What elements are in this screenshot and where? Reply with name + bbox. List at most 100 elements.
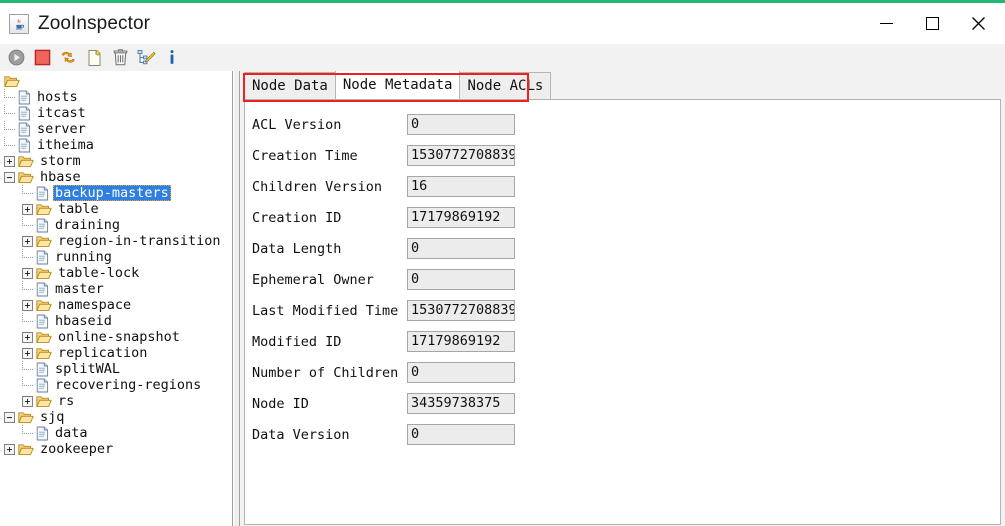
tree-node-label: namespace (58, 297, 132, 313)
tree-guide (22, 361, 36, 377)
metadata-value-field[interactable]: 17179869192 (407, 331, 515, 352)
add-node-button[interactable] (81, 46, 107, 70)
folder-open-icon (36, 299, 52, 312)
metadata-row: Ephemeral Owner 0 (245, 264, 1000, 295)
tree-node-label: hosts (37, 89, 78, 105)
metadata-value-field[interactable]: 0 (407, 362, 515, 383)
tree-node-master[interactable]: master (0, 281, 232, 297)
metadata-value-field[interactable]: 1530772708839 (407, 145, 515, 166)
node-detail-tabs[interactable]: Node Data Node Metadata Node ACLs (244, 71, 552, 99)
minimize-button[interactable] (863, 3, 909, 44)
delete-node-button[interactable] (107, 46, 133, 70)
tree-node-label: table (58, 201, 99, 217)
tree-node-itcast[interactable]: itcast (0, 105, 232, 121)
metadata-value-field[interactable]: 34359738375 (407, 393, 515, 414)
file-icon (36, 426, 49, 441)
tree-node-label: server (37, 121, 86, 137)
tree-guide (22, 377, 36, 393)
tree-node-hbase[interactable]: hbase (0, 169, 232, 185)
edit-node-button[interactable] (133, 46, 159, 70)
tree-node-root[interactable] (0, 73, 232, 89)
tree-node-hosts[interactable]: hosts (0, 89, 232, 105)
collapse-toggle-icon[interactable] (4, 411, 15, 423)
split-divider[interactable] (233, 71, 240, 526)
tree-node-backup-masters[interactable]: backup-masters (0, 185, 232, 201)
tree-node-label: replication (58, 345, 148, 361)
tree-node-hbaseid[interactable]: hbaseid (0, 313, 232, 329)
disconnect-button[interactable] (29, 46, 55, 70)
tree-guide (22, 313, 36, 329)
tab-node-data[interactable]: Node Data (244, 72, 336, 99)
folder-open-icon (18, 155, 34, 168)
tree-node-label: splitWAL (55, 361, 121, 377)
tab-node-metadata[interactable]: Node Metadata (334, 71, 461, 99)
tree-node-recovering-regions[interactable]: recovering-regions (0, 377, 232, 393)
tree-node-zookeeper[interactable]: zookeeper (0, 441, 232, 457)
metadata-value-field[interactable]: 0 (407, 269, 515, 290)
metadata-label: ACL Version (252, 116, 342, 133)
node-tree-panel[interactable]: hosts itcast server itheima storm hbase backup… (0, 71, 233, 526)
node-details-panel: Node Data Node Metadata Node ACLs ACL Vers… (240, 71, 1005, 526)
expand-toggle-icon[interactable] (22, 267, 33, 279)
metadata-row: Creation Time 1530772708839 (245, 140, 1000, 171)
about-button[interactable] (159, 46, 185, 70)
tree-guide (4, 105, 18, 121)
expand-toggle-icon[interactable] (22, 203, 33, 215)
tree-node-online-snapshot[interactable]: online-snapshot (0, 329, 232, 345)
tree-node-replication[interactable]: replication (0, 345, 232, 361)
tree-node-draining[interactable]: draining (0, 217, 232, 233)
tree-guide (22, 425, 36, 441)
tree-node-label: itcast (37, 105, 86, 121)
connect-button[interactable] (3, 46, 29, 70)
metadata-label: Last Modified Time (252, 302, 399, 319)
file-icon (36, 186, 49, 201)
tree-node-table[interactable]: table (0, 201, 232, 217)
expand-toggle-icon[interactable] (4, 155, 15, 167)
collapse-toggle-icon[interactable] (4, 171, 15, 183)
expand-toggle-icon[interactable] (22, 331, 33, 343)
tree-node-running[interactable]: running (0, 249, 232, 265)
metadata-value-field[interactable]: 0 (407, 424, 515, 445)
refresh-button[interactable] (55, 46, 81, 70)
zooinspector-window: ZooInspector hosts itcast server itheima… (0, 0, 1005, 526)
tree-node-itheima[interactable]: itheima (0, 137, 232, 153)
expand-toggle-icon[interactable] (22, 235, 33, 247)
tree-node-table-lock[interactable]: table-lock (0, 265, 232, 281)
metadata-value-field[interactable]: 1530772708839 (407, 300, 515, 321)
file-icon (36, 218, 49, 233)
expand-toggle-icon[interactable] (22, 395, 33, 407)
metadata-value-field[interactable]: 0 (407, 238, 515, 259)
tree-node-splitwal[interactable]: splitWAL (0, 361, 232, 377)
tree-node-label: storm (40, 153, 81, 169)
tree-node-server[interactable]: server (0, 121, 232, 137)
new-document-icon (88, 49, 101, 66)
metadata-value-field[interactable]: 17179869192 (407, 207, 515, 228)
metadata-label: Node ID (252, 395, 309, 412)
metadata-value-field[interactable]: 16 (407, 176, 515, 197)
zookeeper-node-tree[interactable]: hosts itcast server itheima storm hbase backup… (0, 71, 232, 457)
metadata-row: Number of Children 0 (245, 357, 1000, 388)
tree-node-data[interactable]: data (0, 425, 232, 441)
metadata-label: Creation Time (252, 147, 358, 164)
metadata-value-field[interactable]: 0 (407, 114, 515, 135)
folder-open-icon (18, 443, 34, 456)
tree-node-label: backup-masters (53, 185, 171, 201)
tree-node-label: data (55, 425, 88, 441)
tree-node-sjq[interactable]: sjq (0, 409, 232, 425)
tree-node-rs[interactable]: rs (0, 393, 232, 409)
tab-node-acls[interactable]: Node ACLs (459, 72, 552, 99)
close-button[interactable] (955, 3, 1001, 44)
metadata-label: Creation ID (252, 209, 342, 226)
metadata-row: Data Length 0 (245, 233, 1000, 264)
tree-guide (4, 89, 18, 105)
tree-node-region-in-transition[interactable]: region-in-transition (0, 233, 232, 249)
expand-toggle-icon[interactable] (4, 443, 15, 455)
folder-open-icon (18, 171, 34, 184)
tree-node-storm[interactable]: storm (0, 153, 232, 169)
maximize-button[interactable] (909, 3, 955, 44)
node-metadata-content: ACL Version 0 Creation Time 1530772708839 Ch… (244, 99, 1001, 525)
expand-toggle-icon[interactable] (22, 347, 33, 359)
tree-node-label: hbase (40, 169, 81, 185)
expand-toggle-icon[interactable] (22, 299, 33, 311)
tree-node-namespace[interactable]: namespace (0, 297, 232, 313)
